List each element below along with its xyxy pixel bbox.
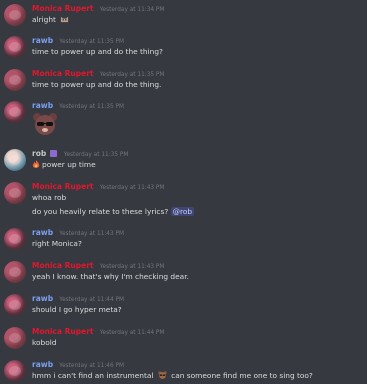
bear-emoji-icon — [158, 371, 167, 379]
author-name[interactable]: rob — [32, 149, 46, 158]
bear-sunglasses-sticker-icon[interactable] — [32, 112, 58, 136]
timestamp: Yesterday at 11:44 PM — [99, 330, 165, 336]
message-header: rawb Yesterday at 11:46 PM — [32, 360, 124, 369]
message-header: Monica Rupert Yesterday at 11:44 PM — [32, 327, 164, 336]
message-text: whoa rob — [32, 193, 67, 202]
timestamp: Yesterday at 11:44 PM — [59, 297, 124, 303]
avatar[interactable] — [4, 36, 26, 58]
message-header: Monica Rupert Yesterday at 11:35 PM — [32, 69, 164, 78]
avatar[interactable] — [4, 149, 26, 171]
avatar[interactable] — [4, 182, 26, 204]
author-name[interactable]: rawb — [32, 228, 53, 237]
timestamp: Yesterday at 11:43 PM — [99, 264, 165, 270]
message-header: Monica Rupert Yesterday at 11:34 PM — [32, 4, 164, 13]
timestamp: Yesterday at 11:35 PM — [99, 72, 165, 78]
timestamp: Yesterday at 11:43 PM — [59, 231, 124, 237]
author-name[interactable]: Monica Rupert — [32, 69, 94, 78]
message-header: rob Yesterday at 11:35 PM — [32, 149, 128, 158]
author-name[interactable]: rawb — [32, 36, 53, 45]
message-header: Monica Rupert Yesterday at 11:43 PM — [32, 261, 164, 270]
message-header: Monica Rupert Yesterday at 11:43 PM — [32, 182, 164, 191]
author-name[interactable]: rawb — [32, 294, 53, 303]
message-header: rawb Yesterday at 11:44 PM — [32, 294, 124, 303]
author-name[interactable]: Monica Rupert — [32, 4, 94, 13]
message-text: time to power up and do the thing. — [32, 80, 162, 89]
author-name[interactable]: Monica Rupert — [32, 261, 94, 270]
timestamp: Yesterday at 11:35 PM — [63, 152, 129, 158]
author-name[interactable]: Monica Rupert — [32, 327, 94, 336]
message-header: rawb Yesterday at 11:35 PM — [32, 36, 124, 45]
avatar[interactable] — [4, 101, 26, 123]
avatar[interactable] — [4, 4, 26, 26]
avatar[interactable] — [4, 69, 26, 91]
message-text: do you heavily relate to these lyrics? @… — [32, 207, 195, 216]
timestamp: Yesterday at 11:43 PM — [99, 185, 165, 191]
message-text: yeah I know. that's why I'm checking dea… — [32, 272, 189, 281]
timestamp: Yesterday at 11:35 PM — [59, 104, 124, 110]
message-header: rawb Yesterday at 11:35 PM — [32, 101, 124, 110]
message-header: rawb Yesterday at 11:43 PM — [32, 228, 124, 237]
author-name[interactable]: rawb — [32, 360, 53, 369]
timestamp: Yesterday at 11:46 PM — [59, 363, 124, 369]
role-badge-icon — [50, 150, 58, 157]
author-name[interactable]: rawb — [32, 101, 53, 110]
message-text: hmm i can't find an instrumental can som… — [32, 371, 313, 380]
timestamp: Yesterday at 11:35 PM — [59, 39, 124, 45]
avatar[interactable] — [4, 327, 26, 349]
message-text: time to power up and do the thing? — [32, 47, 163, 56]
message-text: kobold — [32, 338, 57, 347]
message-text: should I go hyper meta? — [32, 305, 122, 314]
message-text: alright — [32, 15, 69, 24]
author-name[interactable]: Monica Rupert — [32, 182, 94, 191]
user-mention[interactable]: @rob — [170, 207, 195, 216]
timestamp: Yesterday at 11:34 PM — [99, 7, 165, 13]
avatar[interactable] — [4, 360, 26, 382]
message-text: right Monica? — [32, 239, 82, 248]
cat-face-emoji-icon — [61, 16, 69, 23]
avatar[interactable] — [4, 294, 26, 316]
avatar[interactable] — [4, 261, 26, 283]
fire-emoji-icon — [32, 160, 40, 168]
avatar[interactable] — [4, 228, 26, 250]
message-text: power up time — [32, 160, 96, 169]
